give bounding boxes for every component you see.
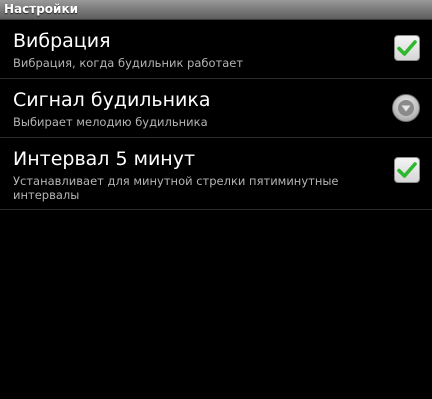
- pref-title-alarm-sound: Сигнал будильника: [13, 89, 211, 111]
- check-icon: [397, 162, 417, 178]
- alarm-sound-dropdown-button[interactable]: [392, 94, 420, 122]
- pref-summary-vibration: Вибрация, когда будильник работает: [13, 56, 244, 70]
- pref-item-interval[interactable]: Интервал 5 минут Устанавливает для минут…: [0, 138, 432, 210]
- settings-screen: Настройки Вибрация Вибрация, когда будил…: [0, 0, 432, 399]
- vibration-checkbox[interactable]: [394, 35, 420, 61]
- title-bar: Настройки: [0, 0, 432, 20]
- preferences-list: Вибрация Вибрация, когда будильник работ…: [0, 20, 432, 210]
- pref-title-vibration: Вибрация: [13, 30, 111, 52]
- pref-item-vibration[interactable]: Вибрация Вибрация, когда будильник работ…: [0, 20, 432, 79]
- pref-summary-interval: Устанавливает для минутной стрелки пятим…: [13, 174, 339, 202]
- page-title: Настройки: [4, 2, 79, 16]
- pref-title-interval: Интервал 5 минут: [13, 148, 196, 170]
- check-icon: [397, 40, 417, 56]
- chevron-down-icon: [398, 100, 414, 116]
- pref-item-alarm-sound[interactable]: Сигнал будильника Выбирает мелодию будил…: [0, 79, 432, 138]
- interval-checkbox[interactable]: [394, 157, 420, 183]
- pref-summary-alarm-sound: Выбирает мелодию будильника: [13, 115, 208, 129]
